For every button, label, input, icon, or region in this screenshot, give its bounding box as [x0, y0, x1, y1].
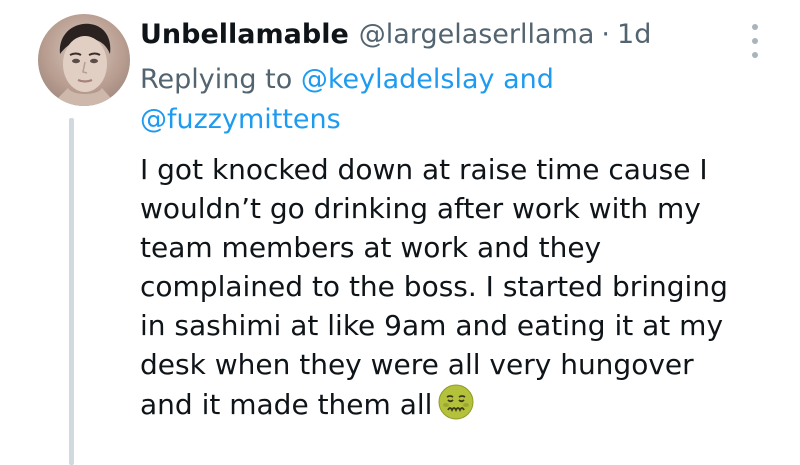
tweet-text-line: team members at work and they [140, 231, 602, 264]
display-name[interactable]: Unbellamable [140, 19, 349, 50]
mention-link-2[interactable]: @fuzzymittens [140, 104, 341, 135]
replying-to: Replying to @keyladelslay and @fuzzymitt… [140, 60, 760, 140]
more-dot [752, 38, 758, 44]
replying-to-label: Replying to [140, 64, 293, 95]
more-dot [752, 24, 758, 30]
more-options-icon[interactable] [748, 24, 762, 58]
tweet[interactable]: Unbellamable @largelaserllama · 1d Reply… [0, 0, 800, 465]
more-dot [752, 52, 758, 58]
timestamp[interactable]: 1d [617, 19, 651, 50]
tweet-text-line: in sashimi at like 9am and eating it at … [140, 309, 724, 342]
nauseated-face-icon [438, 384, 474, 420]
tweet-text-final: and it made them all [140, 388, 433, 421]
separator-dot: · [601, 18, 611, 50]
mention-conjunction: and [503, 64, 554, 95]
tweet-text-line-last: and it made them all [140, 384, 790, 424]
tweet-text-line: I got knocked down at raise time cause I [140, 153, 708, 186]
tweet-text-line: desk when they were all very hungover [140, 348, 694, 381]
tweet-header: Unbellamable @largelaserllama · 1d [140, 12, 651, 56]
mention-link-1[interactable]: @keyladelslay [301, 64, 495, 95]
avatar-portrait-icon [50, 23, 118, 106]
user-handle[interactable]: @largelaserllama [359, 19, 595, 50]
avatar[interactable] [38, 14, 130, 106]
tweet-text-line: complained to the boss. I started bringi… [140, 270, 728, 303]
tweet-text: I got knocked down at raise time cause I… [140, 150, 790, 424]
tweet-text-line: wouldn’t go drinking after work with my [140, 192, 701, 225]
thread-connector-line [69, 118, 74, 465]
